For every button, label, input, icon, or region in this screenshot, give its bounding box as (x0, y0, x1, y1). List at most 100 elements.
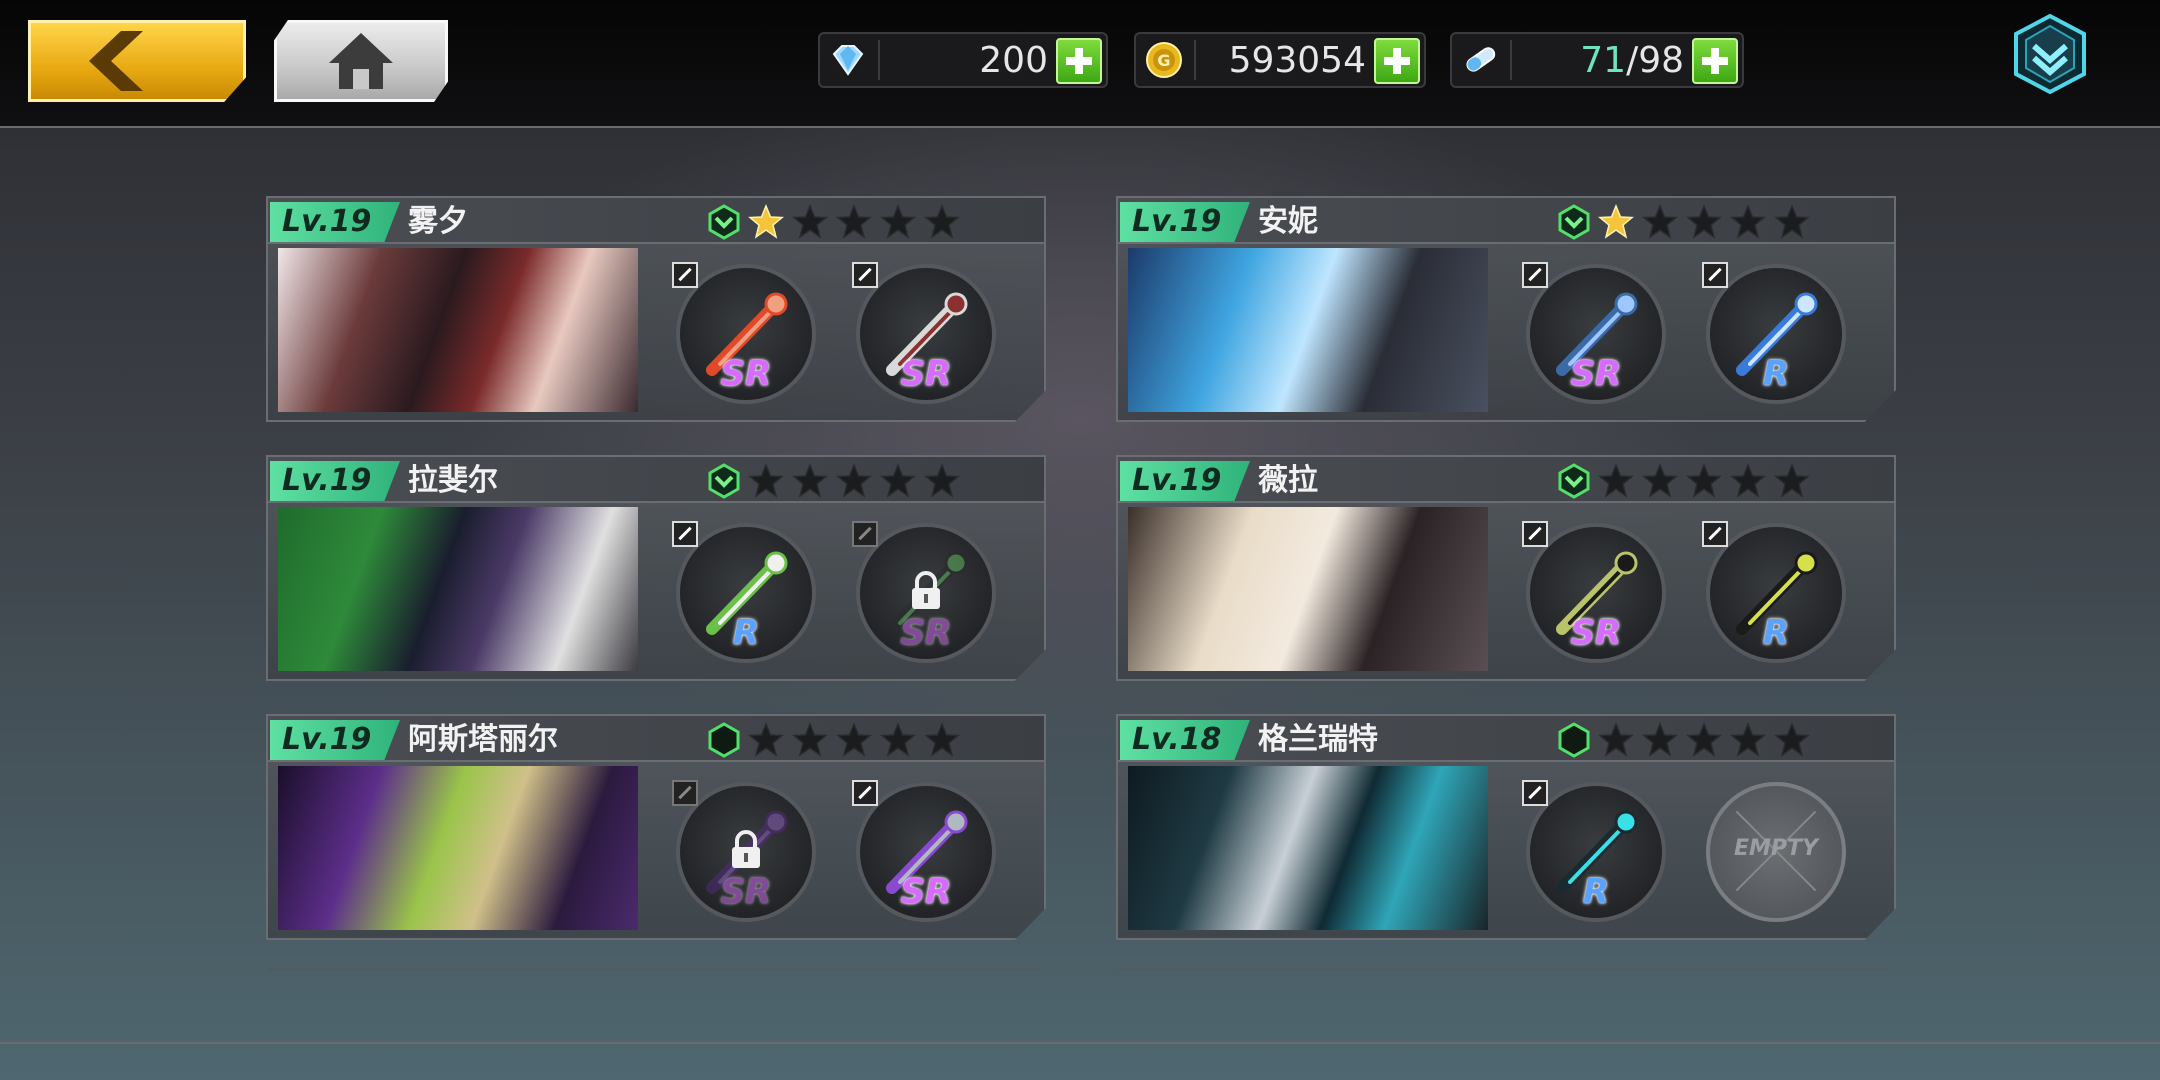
card-body: SR R (1116, 503, 1896, 681)
rarity-label: SR (900, 613, 952, 653)
star-empty-icon (836, 463, 872, 498)
star-empty-icon (1598, 722, 1634, 757)
hexagon-icon (708, 722, 740, 758)
card-body: SR SR (266, 244, 1046, 422)
star-empty-icon (1642, 204, 1678, 239)
star-empty-icon (1642, 463, 1678, 498)
character-portrait[interactable] (1128, 507, 1488, 671)
card-header: Lv.19 拉斐尔 (266, 455, 1046, 503)
equipment-slot[interactable]: SR (852, 521, 996, 663)
star-empty-icon (1642, 722, 1678, 757)
character-card[interactable]: Lv.19 阿斯塔丽尔 SR SR (266, 714, 1046, 940)
equipment-slot[interactable]: R (672, 521, 816, 663)
rarity-label: SR (900, 872, 952, 912)
stamina-vial-icon (1466, 47, 1496, 72)
star-empty-icon (1598, 463, 1634, 498)
level-tag: Lv.19 (1120, 202, 1250, 242)
character-name: 安妮 (1258, 204, 1318, 239)
card-header: Lv.19 薇拉 (1116, 455, 1896, 503)
star-empty-icon (1730, 463, 1766, 498)
card-header: Lv.19 阿斯塔丽尔 (266, 714, 1046, 762)
character-name: 阿斯塔丽尔 (408, 722, 558, 757)
character-card[interactable]: Lv.19 雾夕 SR SR (266, 196, 1046, 422)
gold-counter: G 593054 (1134, 32, 1426, 88)
character-card[interactable]: Lv.19 拉斐尔 R SR (266, 455, 1046, 681)
star-empty-icon (1730, 722, 1766, 757)
star-empty-icon (924, 204, 960, 239)
star-empty-icon (1774, 204, 1810, 239)
rarity-label: SR (900, 354, 952, 394)
add-gold-button[interactable] (1374, 38, 1420, 84)
equipment-slot[interactable]: SR (1522, 262, 1666, 404)
equipment-slot[interactable]: R (1522, 780, 1666, 922)
card-body: SR R (1116, 244, 1896, 422)
star-empty-icon (1774, 722, 1810, 757)
equipment-slot[interactable]: SR (672, 262, 816, 404)
star-empty-icon (792, 204, 828, 239)
gold-count: 593054 (1228, 40, 1366, 81)
equipment-slot-empty[interactable]: EMPTY (1706, 782, 1846, 922)
star-filled-icon (1598, 204, 1634, 239)
card-header: Lv.19 雾夕 (266, 196, 1046, 244)
character-card[interactable]: Lv.18 格兰瑞特 R EMPTY (1116, 714, 1896, 940)
diamond-counter: 200 (818, 32, 1108, 88)
character-portrait[interactable] (278, 507, 638, 671)
rarity-label: SR (1570, 354, 1622, 394)
stamina-counter: 71/98 (1450, 32, 1744, 88)
equipment-slot[interactable]: SR (852, 262, 996, 404)
equipment-slot[interactable]: SR (672, 780, 816, 922)
star-rating (748, 204, 960, 240)
stamina-current: 71 (1580, 40, 1627, 81)
card-body: R EMPTY (1116, 762, 1896, 940)
character-portrait[interactable] (278, 248, 638, 412)
character-portrait[interactable] (278, 766, 638, 930)
stamina-max: /98 (1626, 40, 1684, 81)
chevron-hex-icon (1558, 204, 1590, 240)
empty-label: EMPTY (1734, 836, 1818, 861)
star-empty-icon (924, 463, 960, 498)
character-card[interactable]: Lv.19 安妮 SR R (1116, 196, 1896, 422)
chevron-hex-icon (708, 463, 740, 499)
level-tag: Lv.19 (270, 461, 400, 501)
star-empty-icon (1730, 204, 1766, 239)
home-button[interactable] (274, 20, 448, 102)
star-rating (1598, 204, 1810, 240)
star-empty-icon (1686, 204, 1722, 239)
rarity-label: R (1762, 613, 1790, 653)
star-empty-icon (748, 722, 784, 757)
equipment-slot[interactable]: SR (1522, 521, 1666, 663)
star-empty-icon (880, 204, 916, 239)
character-portrait[interactable] (1128, 766, 1488, 930)
equipment-slot[interactable]: R (1702, 262, 1846, 404)
character-name: 雾夕 (408, 204, 468, 239)
svg-text:G: G (1157, 51, 1170, 70)
rarity-label: SR (720, 354, 772, 394)
lock-icon (912, 571, 940, 609)
diamond-count: 200 (979, 40, 1048, 81)
character-name: 拉斐尔 (408, 463, 498, 498)
rarity-label: SR (720, 872, 772, 912)
star-empty-icon (1686, 722, 1722, 757)
add-stamina-button[interactable] (1692, 38, 1738, 84)
menu-toggle-icon[interactable] (2010, 12, 2090, 96)
star-rating (1598, 463, 1810, 499)
hexagon-icon (1558, 722, 1590, 758)
divider (1118, 968, 1888, 970)
gold-coin-icon: G (1146, 42, 1182, 78)
equipment-slot[interactable]: SR (852, 780, 996, 922)
equipment-slot[interactable]: R (1702, 521, 1846, 663)
star-empty-icon (748, 463, 784, 498)
rarity-label: R (1582, 872, 1610, 912)
rarity-label: R (732, 613, 760, 653)
add-diamonds-button[interactable] (1056, 38, 1102, 84)
character-portrait[interactable] (1128, 248, 1488, 412)
diamond-icon (832, 45, 864, 76)
arrow-left-icon (89, 31, 143, 91)
chevron-hex-icon (708, 204, 740, 240)
star-empty-icon (1686, 463, 1722, 498)
back-button[interactable] (28, 20, 246, 102)
star-empty-icon (924, 722, 960, 757)
character-card[interactable]: Lv.19 薇拉 SR R (1116, 455, 1896, 681)
level-tag: Lv.19 (1120, 461, 1250, 501)
level-tag: Lv.19 (270, 720, 400, 760)
